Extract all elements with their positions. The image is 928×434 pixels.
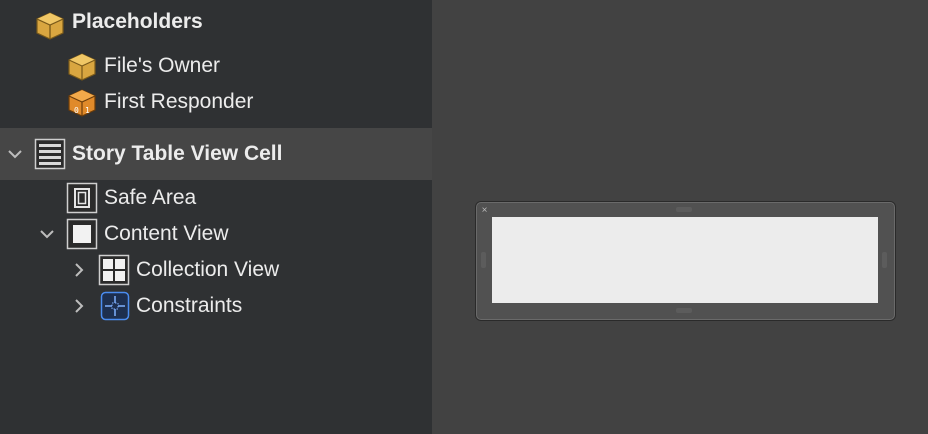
outline-item-label: Collection View bbox=[136, 258, 280, 281]
chevron-down-icon[interactable] bbox=[6, 145, 24, 163]
outline-item-label: Constraints bbox=[136, 294, 243, 317]
outline-item-label: Safe Area bbox=[104, 186, 197, 209]
close-icon[interactable]: × bbox=[479, 205, 490, 216]
placeholder-cube-icon bbox=[36, 12, 64, 40]
chevron-right-icon[interactable] bbox=[70, 261, 88, 279]
outline-item-collection-view[interactable]: Collection View bbox=[0, 252, 432, 288]
outline-item-first-responder[interactable]: 0 1 First Responder bbox=[0, 84, 432, 120]
outline-item-placeholders[interactable]: Placeholders bbox=[0, 4, 432, 40]
outline-item-safe-area[interactable]: Safe Area bbox=[0, 180, 432, 216]
resize-handle-left[interactable] bbox=[481, 252, 486, 268]
outline-item-label: First Responder bbox=[104, 90, 254, 113]
resize-handle-top[interactable] bbox=[676, 207, 692, 212]
table-view-cell-content[interactable] bbox=[492, 217, 878, 303]
chevron-down-icon[interactable] bbox=[38, 225, 56, 243]
outline-item-constraints[interactable]: Constraints bbox=[0, 288, 432, 324]
svg-text:1: 1 bbox=[85, 106, 90, 115]
outline-item-story-table-view-cell[interactable]: Story Table View Cell bbox=[0, 128, 432, 180]
constraints-icon bbox=[100, 291, 130, 321]
safe-area-icon bbox=[66, 182, 98, 214]
collection-view-icon bbox=[98, 254, 130, 286]
table-view-cell-icon bbox=[34, 138, 66, 170]
outline-item-files-owner[interactable]: File's Owner bbox=[0, 48, 432, 84]
first-responder-icon: 0 1 bbox=[68, 89, 96, 117]
resize-handle-right[interactable] bbox=[882, 252, 887, 268]
view-icon bbox=[66, 218, 98, 250]
resize-handle-bottom[interactable] bbox=[676, 308, 692, 313]
svg-text:0: 0 bbox=[74, 106, 79, 115]
document-outline: Placeholders File's Owner 0 1 First Resp… bbox=[0, 0, 432, 434]
outline-item-label: Placeholders bbox=[72, 10, 203, 33]
outline-item-label: Content View bbox=[104, 222, 229, 245]
outline-item-label: Story Table View Cell bbox=[72, 142, 283, 165]
placeholder-cube-icon bbox=[68, 53, 96, 81]
chevron-right-icon[interactable] bbox=[70, 297, 88, 315]
outline-item-content-view[interactable]: Content View bbox=[0, 216, 432, 252]
outline-item-label: File's Owner bbox=[104, 54, 221, 77]
